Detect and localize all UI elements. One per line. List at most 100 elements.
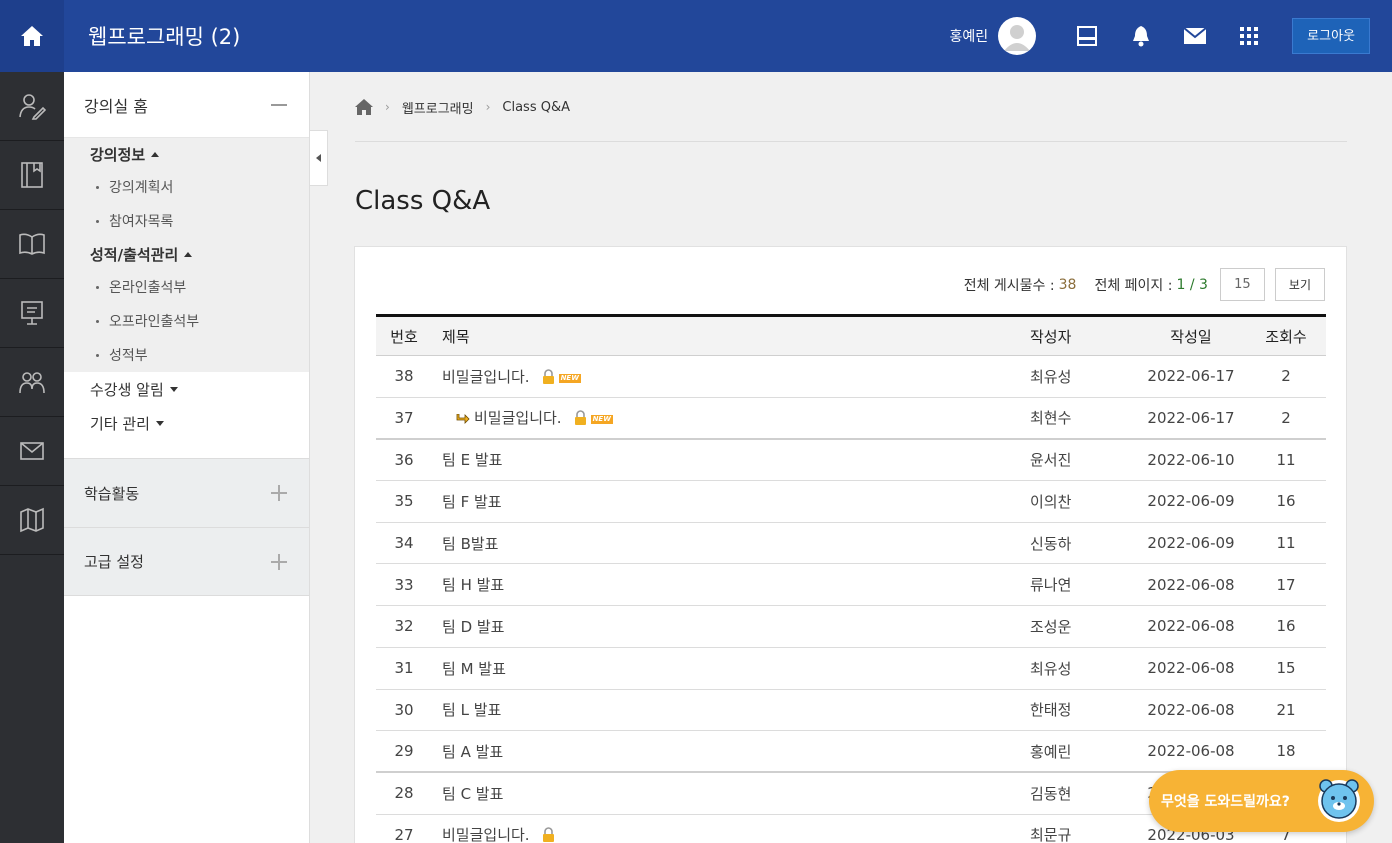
home-icon[interactable] <box>355 99 373 115</box>
row-title[interactable]: 팀 D 발표 <box>432 605 1026 648</box>
rail-item-people[interactable] <box>0 348 64 417</box>
rail-item-mail[interactable] <box>0 417 64 486</box>
home-button[interactable] <box>0 0 64 72</box>
row-date: 2022-06-09 <box>1136 522 1246 565</box>
logout-button[interactable]: 로그아웃 <box>1292 18 1370 54</box>
breadcrumb-course[interactable]: 웹프로그래밍 <box>402 98 474 117</box>
table-row[interactable]: 32 팀 D 발표 조성운 2022-06-08 16 <box>376 605 1326 648</box>
row-title[interactable]: 비밀글입니다. NEW <box>432 355 1026 398</box>
row-views: 11 <box>1246 438 1326 482</box>
plus-icon[interactable] <box>271 554 287 570</box>
row-title[interactable]: 팀 H 발표 <box>432 563 1026 607</box>
course-title[interactable]: 웹프로그래밍 (2) <box>88 21 240 51</box>
breadcrumb-current: Class Q&A <box>502 99 570 115</box>
row-author: 윤서진 <box>1026 438 1136 482</box>
chatbot-button[interactable]: 무엇을 도와드릴까요? <box>1149 770 1374 832</box>
user-name[interactable]: 홍예린 <box>950 26 989 46</box>
table-row[interactable]: 38 비밀글입니다. NEW 최유성 2022-06-17 2 <box>376 355 1326 398</box>
row-title[interactable]: 팀 E 발표 <box>432 438 1026 482</box>
apps-button[interactable] <box>1222 0 1276 72</box>
board-panel: 전체 게시물수 : 38 전체 페이지 : 1 / 3 보기 번호 제목 작성자… <box>354 246 1347 843</box>
row-author: 이의찬 <box>1026 480 1136 523</box>
row-title[interactable]: 팀 M 발표 <box>432 647 1026 690</box>
column-header-author: 작성자 <box>1026 315 1136 356</box>
home-icon <box>21 26 43 46</box>
row-number: 30 <box>376 689 432 732</box>
sidebar-item-syllabus[interactable]: 강의계획서 <box>64 170 309 204</box>
column-header-number: 번호 <box>376 315 432 356</box>
sidebar-item-online-attendance[interactable]: 온라인출석부 <box>64 270 309 304</box>
notifications-button[interactable] <box>1114 0 1168 72</box>
sidebar-item-offline-attendance[interactable]: 오프라인출석부 <box>64 304 309 338</box>
user-avatar-icon <box>1004 25 1031 51</box>
user-edit-icon <box>19 94 46 120</box>
chatbot-label: 무엇을 도와드릴까요? <box>1161 794 1290 810</box>
sidebar-group-info: 강의정보 강의계획서 참여자목록 <box>64 138 309 238</box>
row-title-text[interactable]: 비밀글입니다. <box>442 826 530 843</box>
sidebar-item-gradebook[interactable]: 성적부 <box>64 338 309 372</box>
row-date: 2022-06-08 <box>1136 605 1246 648</box>
rail-item-book[interactable] <box>0 210 64 279</box>
layout-icon <box>1077 26 1098 46</box>
row-number: 37 <box>376 397 432 440</box>
row-number: 33 <box>376 563 432 607</box>
table-row[interactable]: 30 팀 L 발표 한태정 2022-06-08 21 <box>376 689 1326 732</box>
reply-icon <box>456 414 470 425</box>
rail-item-profile[interactable] <box>0 72 64 141</box>
layout-toggle-button[interactable] <box>1060 0 1114 72</box>
messages-button[interactable] <box>1168 0 1222 72</box>
table-row[interactable]: 34 팀 B발표 신동하 2022-06-09 11 <box>376 522 1326 565</box>
table-row[interactable]: 35 팀 F 발표 이의찬 2022-06-09 16 <box>376 480 1326 523</box>
row-title[interactable]: 팀 C 발표 <box>432 772 1026 815</box>
mail-icon <box>1184 28 1207 44</box>
table-row[interactable]: 33 팀 H 발표 류나연 2022-06-08 17 <box>376 563 1326 607</box>
plus-icon[interactable] <box>271 485 287 501</box>
sidebar-item-student-notice[interactable]: 수강생 알림 <box>64 372 309 406</box>
row-title[interactable]: 팀 F 발표 <box>432 480 1026 523</box>
sidebar-collapse-toggle[interactable] <box>310 130 328 186</box>
row-views: 2 <box>1246 397 1326 440</box>
row-views: 15 <box>1246 647 1326 690</box>
map-icon <box>20 507 44 533</box>
row-author: 최유성 <box>1026 647 1136 690</box>
row-title-text[interactable]: 비밀글입니다. <box>474 409 562 427</box>
row-title[interactable]: 비밀글입니다. NEW <box>432 397 1026 440</box>
row-title[interactable]: 비밀글입니다. <box>432 814 1026 843</box>
table-row[interactable]: 31 팀 M 발표 최유성 2022-06-08 15 <box>376 647 1326 690</box>
total-label: 전체 게시물수 : <box>963 277 1055 294</box>
new-badge: NEW <box>590 415 613 425</box>
rail-item-map[interactable] <box>0 486 64 555</box>
rail-item-notebook[interactable] <box>0 141 64 210</box>
sidebar-home[interactable]: 강의실 홈 <box>64 72 309 138</box>
table-row[interactable]: 29 팀 A 발표 홍예린 2022-06-08 18 <box>376 730 1326 773</box>
per-page-input[interactable] <box>1219 268 1265 301</box>
collapse-icon[interactable] <box>271 104 287 106</box>
caret-up-icon <box>184 251 193 257</box>
table-row[interactable]: 36 팀 E 발표 윤서진 2022-06-10 11 <box>376 438 1326 482</box>
row-title[interactable]: 팀 B발표 <box>432 522 1026 565</box>
row-author: 김동현 <box>1026 772 1136 815</box>
sidebar-item-participants[interactable]: 참여자목록 <box>64 204 309 238</box>
sidebar-item-other-management[interactable]: 기타 관리 <box>64 406 309 440</box>
row-date: 2022-06-17 <box>1136 355 1246 398</box>
rail-item-presentation[interactable] <box>0 279 64 348</box>
sidebar-group-title[interactable]: 성적/출석관리 <box>64 238 309 270</box>
sidebar-home-label: 강의실 홈 <box>84 96 148 116</box>
view-button[interactable]: 보기 <box>1274 268 1325 301</box>
sidebar-section-activities[interactable]: 학습활동 <box>64 458 309 527</box>
row-number: 38 <box>376 355 432 398</box>
row-title[interactable]: 팀 A 발표 <box>432 730 1026 773</box>
row-date: 2022-06-08 <box>1136 730 1246 773</box>
row-views: 16 <box>1246 605 1326 648</box>
table-row[interactable]: 37 비밀글입니다. NEW 최현수 2022-06-17 2 <box>376 397 1326 440</box>
sidebar-section-advanced[interactable]: 고급 설정 <box>64 527 309 596</box>
sidebar-group-title[interactable]: 강의정보 <box>64 138 309 170</box>
row-title[interactable]: 팀 L 발표 <box>432 689 1026 732</box>
presentation-icon <box>21 301 43 325</box>
lock-icon <box>542 369 554 384</box>
row-date: 2022-06-08 <box>1136 647 1246 690</box>
row-title-text[interactable]: 비밀글입니다. <box>442 368 530 386</box>
row-number: 32 <box>376 605 432 648</box>
row-author: 조성운 <box>1026 605 1136 648</box>
avatar[interactable] <box>998 17 1037 55</box>
